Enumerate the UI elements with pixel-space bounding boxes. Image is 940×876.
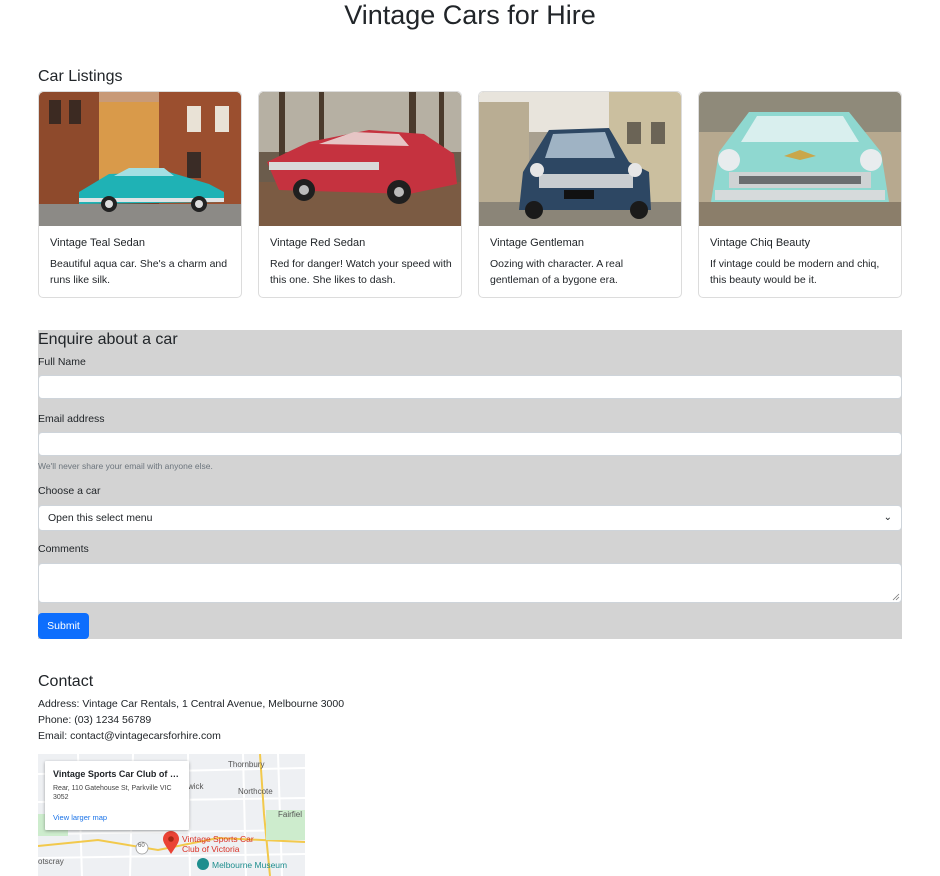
map-label-footscray: otscray	[38, 857, 64, 866]
car-listings: Vintage Teal Sedan Beautiful aqua car. S…	[38, 91, 902, 298]
car-card-teal-sedan[interactable]: Vintage Teal Sedan Beautiful aqua car. S…	[38, 91, 242, 298]
car-description: Red for danger! Watch your speed with th…	[270, 258, 452, 286]
enquiry-form: Enquire about a car Full Name Email addr…	[38, 330, 902, 639]
email-input[interactable]	[38, 432, 902, 456]
page-title: Vintage Cars for Hire	[344, 0, 596, 30]
contact-address: Address: Vintage Car Rentals, 1 Central …	[38, 698, 345, 710]
choose-car-label: Choose a car	[38, 485, 101, 497]
car-card-red-sedan[interactable]: Vintage Red Sedan Red for danger! Watch …	[258, 91, 462, 298]
email-label: Email address	[38, 413, 105, 425]
contact-phone: Phone: (03) 1234 56789	[38, 714, 152, 726]
car-description: If vintage could be modern and chiq, thi…	[710, 258, 880, 286]
enquiry-form-title: Enquire about a car	[38, 331, 178, 348]
car-image-vintage-gentleman	[479, 92, 681, 226]
car-title: Vintage Chiq Beauty	[710, 237, 811, 249]
car-image-red-sedan	[259, 92, 461, 226]
map-museum-label[interactable]: Melbourne Museum	[212, 860, 287, 870]
car-card-chiq-beauty[interactable]: Vintage Chiq Beauty If vintage could be …	[698, 91, 902, 298]
map-label-northcote: Northcote	[238, 787, 273, 796]
map-info-title: Vintage Sports Car Club of Vi...	[53, 769, 183, 779]
map-place-label[interactable]: Vintage Sports Car Club of Victoria	[182, 834, 272, 854]
car-card-vintage-gentleman[interactable]: Vintage Gentleman Oozing with character.…	[478, 91, 682, 298]
map-info-address: Rear, 110 Gatehouse St, Parkville VIC 30…	[53, 785, 172, 801]
comments-textarea[interactable]	[38, 563, 902, 603]
car-description: Beautiful aqua car. She's a charm and ru…	[50, 258, 228, 286]
car-title: Vintage Teal Sedan	[50, 237, 146, 249]
comments-label: Comments	[38, 543, 89, 555]
car-image-teal-sedan	[39, 92, 241, 226]
car-select[interactable]: Open this select menu ⌄	[38, 505, 902, 531]
map-label-brunswick: wick	[188, 782, 204, 791]
location-map[interactable]: Thornbury Northcote Fairfiel otscray wic…	[38, 754, 305, 876]
car-listings-heading: Car Listings	[38, 68, 123, 85]
car-image-chiq-beauty	[699, 92, 901, 226]
submit-button[interactable]: Submit	[38, 613, 89, 639]
full-name-label: Full Name	[38, 356, 86, 368]
map-label-thornbury: Thornbury	[228, 760, 265, 769]
view-larger-map-link[interactable]: View larger map	[53, 813, 107, 822]
contact-heading: Contact	[38, 673, 94, 690]
resize-grip-icon[interactable]	[892, 593, 900, 601]
full-name-input[interactable]	[38, 375, 902, 399]
email-help-text: We'll never share your email with anyone…	[38, 461, 213, 471]
map-info-card: Vintage Sports Car Club of Vi... Rear, 1…	[45, 761, 189, 830]
car-title: Vintage Gentleman	[490, 237, 584, 249]
car-description: Oozing with character. A real gentleman …	[490, 258, 624, 286]
chevron-down-icon: ⌄	[883, 512, 892, 523]
car-select-value: Open this select menu	[48, 512, 153, 524]
map-label-fairfield: Fairfiel	[278, 810, 303, 819]
car-title: Vintage Red Sedan	[270, 237, 366, 249]
map-route-marker: 60	[138, 843, 145, 849]
contact-email: Email: contact@vintagecarsforhire.com	[38, 730, 221, 742]
